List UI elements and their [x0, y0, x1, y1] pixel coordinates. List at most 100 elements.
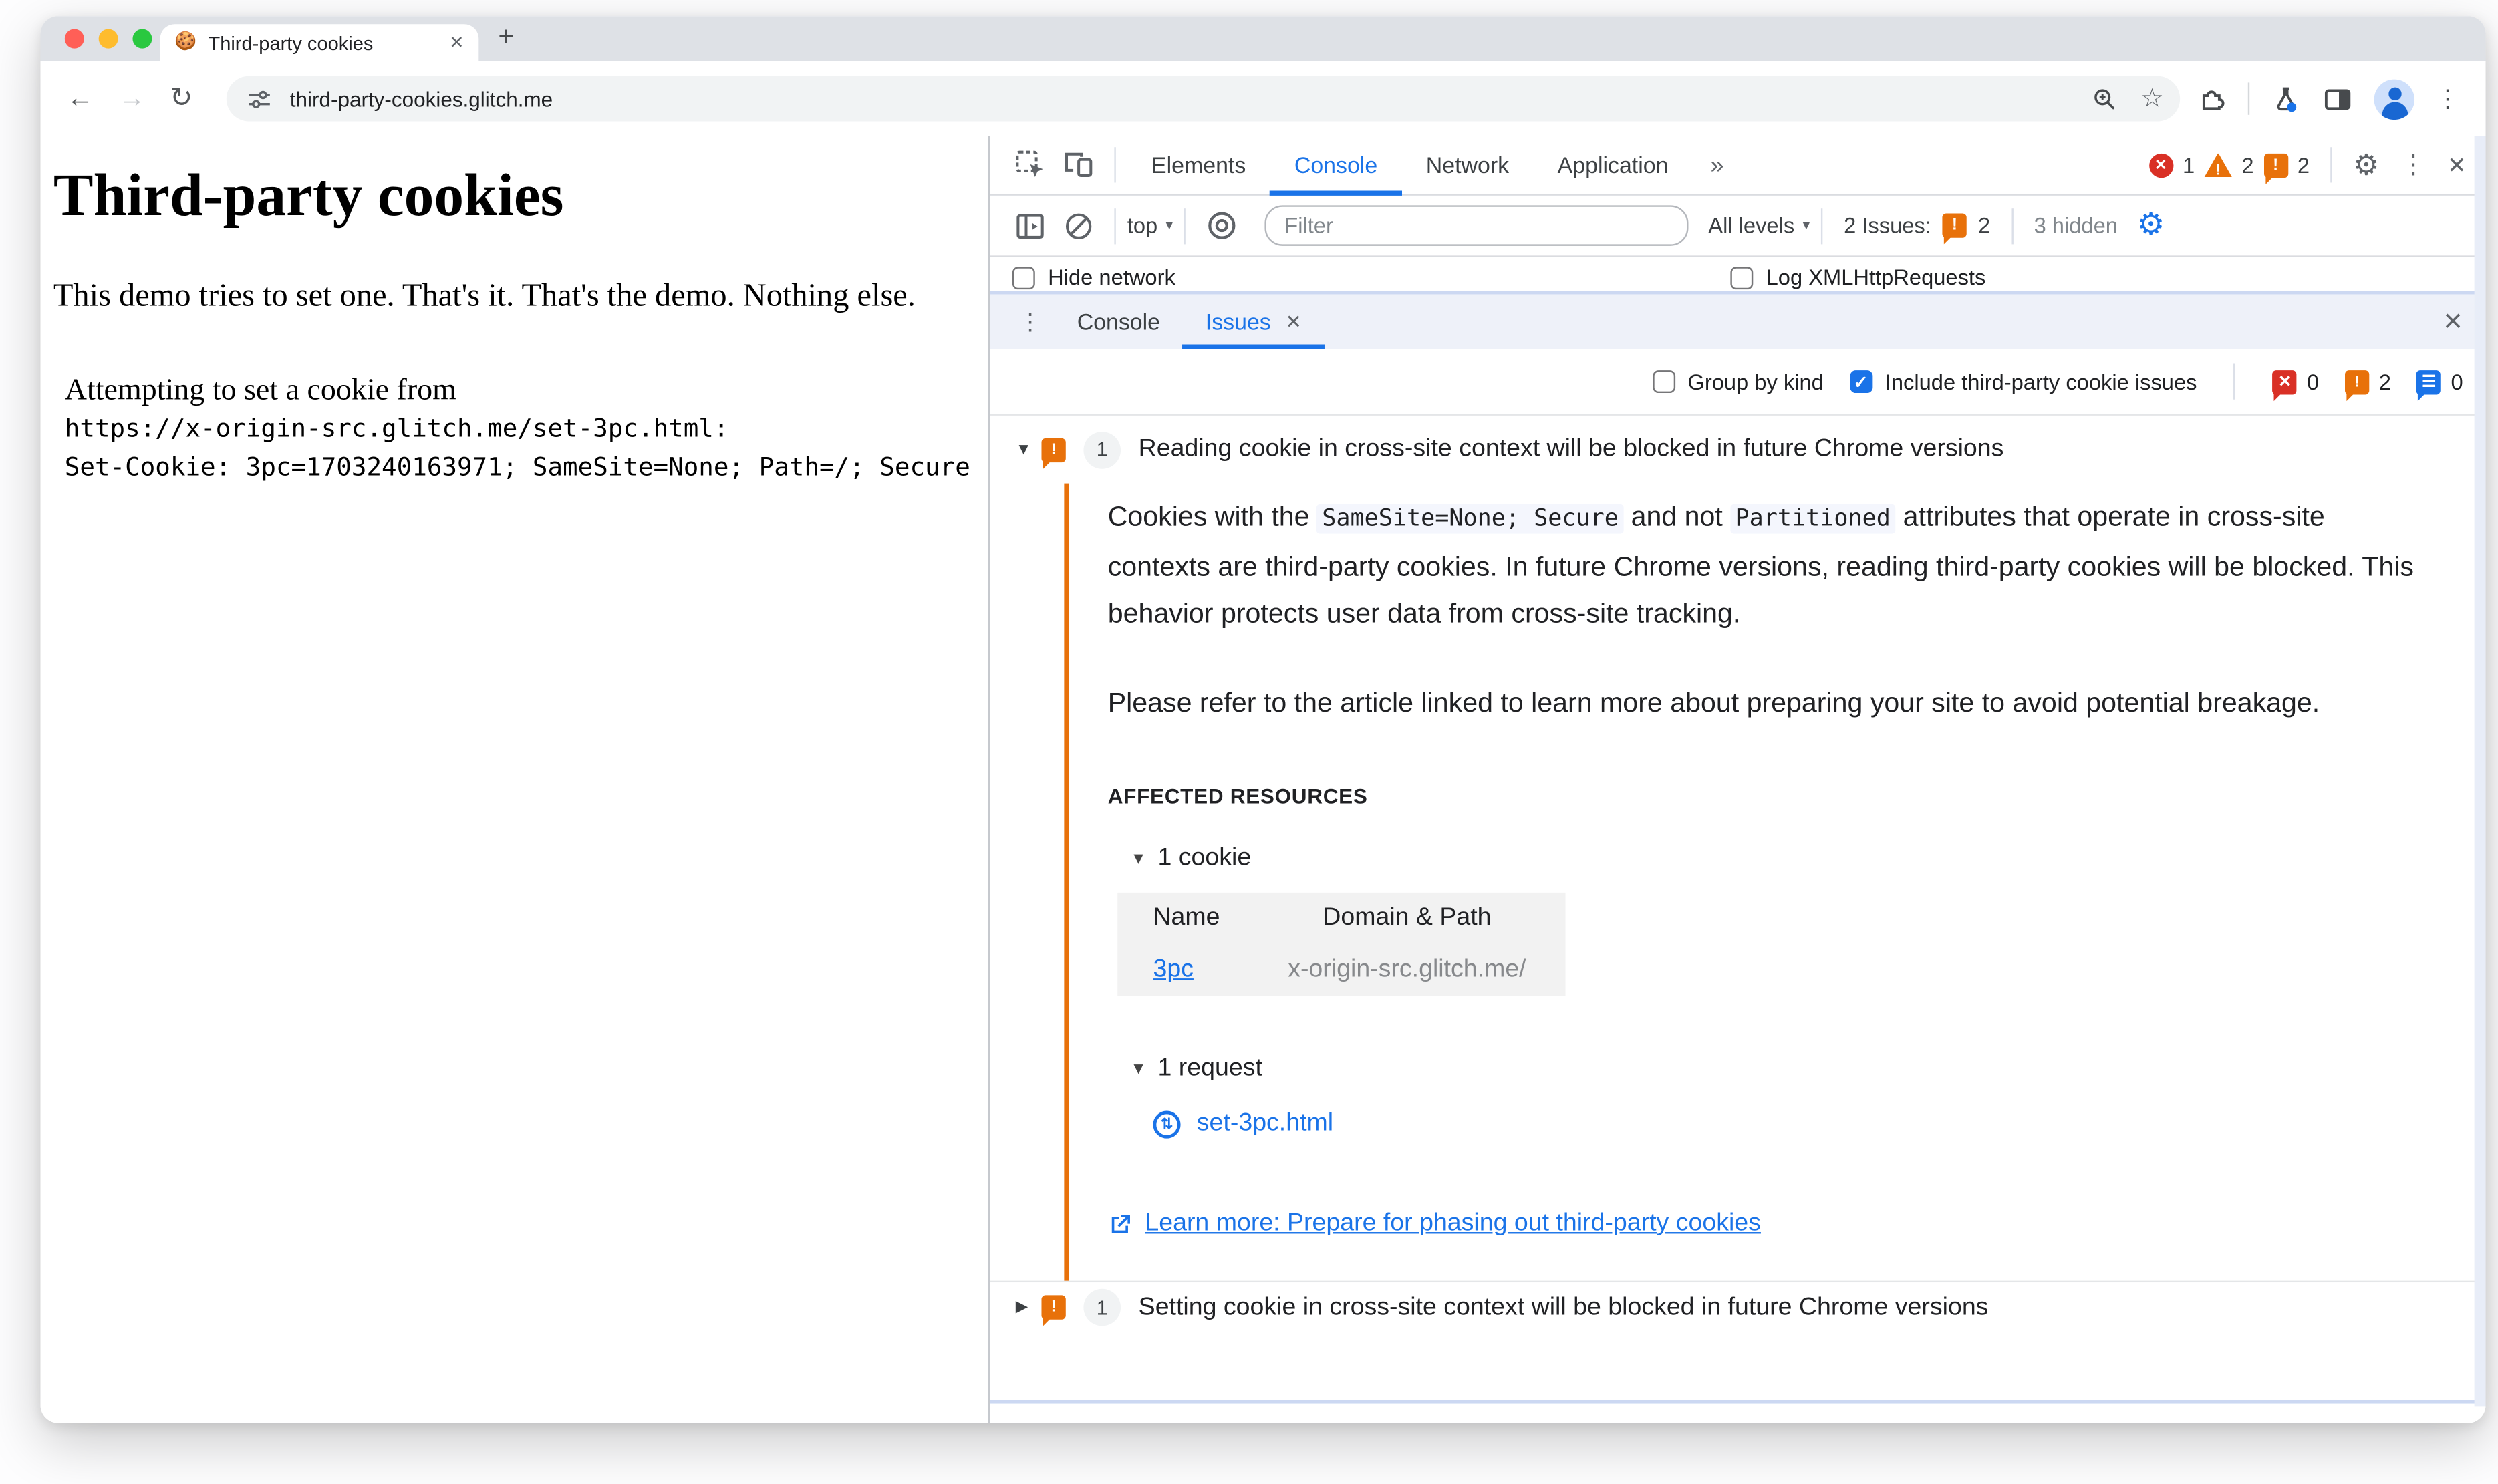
new-tab-button[interactable]: +: [498, 21, 514, 53]
issue-title: Setting cookie in cross-site context wil…: [1138, 1292, 1989, 1320]
hide-network-checkbox[interactable]: Hide network: [1012, 265, 1175, 289]
profile-avatar[interactable]: [2374, 78, 2415, 119]
request-group-toggle[interactable]: ▼ 1 request: [1131, 1054, 2421, 1084]
devtools-menu-icon[interactable]: ⋮: [2396, 147, 2431, 182]
separator: [1821, 207, 1823, 244]
tab-network[interactable]: Network: [1401, 135, 1533, 195]
issue-description: Cookies with the SameSite=None; Secure a…: [1107, 501, 2414, 629]
console-sidebar-icon[interactable]: [1012, 208, 1048, 243]
more-tabs-icon[interactable]: »: [1693, 151, 1742, 178]
table-row: 3pc x-origin-src.glitch.me/: [1117, 944, 1564, 996]
checkbox-icon[interactable]: [1652, 370, 1675, 394]
expand-triangle-icon[interactable]: ▶: [1016, 1298, 1042, 1316]
issue-header[interactable]: ▼ ! 1 Reading cookie in cross-site conte…: [990, 416, 2486, 484]
desktop: 🍪 Third-party cookies ✕ + ← → ↻ third-pa…: [0, 0, 2498, 1484]
warning-bubble-icon: !: [2344, 369, 2370, 400]
console-toolbar: top ▾ All levels ▾ 2 Issu: [990, 196, 2486, 257]
page-errors-badge: ✕ 0: [2273, 369, 2319, 400]
drawer-tab-bar: ⋮ Console Issues ✕ ✕: [990, 291, 2486, 349]
drawer-menu-icon[interactable]: ⋮: [1012, 304, 1048, 339]
cookie-name-link[interactable]: 3pc: [1153, 955, 1194, 983]
cookie-group-toggle[interactable]: ▼ 1 cookie: [1131, 844, 2421, 873]
console-filter-input[interactable]: [1265, 205, 1689, 246]
close-issues-tab-icon[interactable]: ✕: [1286, 311, 1302, 333]
group-by-kind-checkbox[interactable]: Group by kind: [1652, 369, 1824, 394]
traffic-light-close[interactable]: [64, 29, 84, 49]
collapse-triangle-icon[interactable]: ▼: [1131, 1060, 1147, 1078]
warning-badge-icon[interactable]: !: [2204, 152, 2232, 177]
console-settings-row: Hide network Log XMLHttpRequests: [990, 257, 2486, 291]
tab-close-icon[interactable]: ✕: [449, 32, 464, 53]
tab-console[interactable]: Console: [1270, 135, 1402, 195]
improvements-badge: ☰ 0: [2416, 369, 2463, 400]
traffic-light-zoom[interactable]: [132, 29, 152, 49]
tab-elements[interactable]: Elements: [1127, 135, 1270, 195]
tab-title: Third-party cookies: [208, 31, 374, 55]
log-levels-selector[interactable]: All levels ▾: [1708, 213, 1810, 237]
network-request-icon: ⇅: [1153, 1110, 1181, 1138]
browser-menu-icon[interactable]: ⋮: [2436, 84, 2460, 113]
console-settings-icon-active[interactable]: ⚙: [2137, 210, 2165, 241]
collapse-triangle-icon[interactable]: ▼: [1131, 850, 1147, 868]
learn-more-link[interactable]: Learn more: Prepare for phasing out thir…: [1145, 1209, 1761, 1239]
include-third-party-checkbox[interactable]: ✓ Include third-party cookie issues: [1849, 369, 2197, 394]
issue-item-expanded: ▼ ! 1 Reading cookie in cross-site conte…: [990, 416, 2486, 1283]
issues-badge-icon[interactable]: !: [2263, 152, 2288, 184]
context-selector[interactable]: top ▾: [1127, 213, 1173, 237]
chevron-down-icon: ▾: [1165, 216, 1173, 233]
issue-title: Reading cookie in cross-site context wil…: [1138, 434, 2004, 463]
checkbox-icon[interactable]: [1730, 266, 1754, 289]
browser-tab[interactable]: 🍪 Third-party cookies ✕: [160, 24, 479, 61]
issue-description-2: Please refer to the article linked to le…: [1107, 687, 2320, 718]
experiments-flask-icon[interactable]: [2271, 84, 2302, 114]
page-title: Third-party cookies: [53, 163, 564, 230]
extensions-icon[interactable]: [2196, 84, 2227, 114]
issues-list: ▼ ! 1 Reading cookie in cross-site conte…: [990, 415, 2486, 1404]
checkbox-icon[interactable]: [1012, 266, 1035, 289]
info-bubble-icon: ☰: [2416, 369, 2441, 400]
url-text[interactable]: third-party-cookies.glitch.me: [290, 86, 2090, 110]
live-expression-eye-icon[interactable]: [1204, 208, 1239, 243]
devtools-settings-icon[interactable]: ⚙: [2353, 150, 2379, 180]
drawer-close-icon[interactable]: ✕: [2443, 307, 2463, 336]
inspect-element-icon[interactable]: [1012, 147, 1048, 182]
omnibox[interactable]: third-party-cookies.glitch.me ☆: [227, 76, 2181, 122]
cookie-table: Name Domain & Path 3pc x-origin-src.glit…: [1117, 892, 1565, 996]
back-button[interactable]: ←: [66, 82, 94, 114]
request-file-link[interactable]: set-3pc.html: [1197, 1109, 1333, 1139]
zoom-level-icon[interactable]: [2090, 85, 2118, 112]
window-content: Third-party cookies This demo tries to s…: [40, 136, 2486, 1423]
learn-more-row: Learn more: Prepare for phasing out thir…: [1108, 1209, 2421, 1239]
separator: [2330, 147, 2332, 183]
page-intro-text: This demo tries to set one. That's it. T…: [53, 278, 916, 314]
drawer-tab-issues[interactable]: Issues ✕: [1183, 294, 1325, 349]
traffic-light-minimize[interactable]: [98, 29, 118, 49]
separator: [1114, 147, 1116, 183]
error-badge-icon[interactable]: ✕: [2148, 152, 2173, 177]
forward-button[interactable]: →: [118, 82, 146, 114]
hidden-messages-label[interactable]: 3 hidden: [2034, 213, 2118, 237]
column-header-domain: Domain & Path: [1323, 903, 1492, 931]
clear-console-icon[interactable]: [1061, 208, 1097, 243]
tab-application[interactable]: Application: [1533, 135, 1692, 195]
drawer-tab-console[interactable]: Console: [1055, 294, 1183, 349]
log-xhr-checkbox[interactable]: Log XMLHttpRequests: [1730, 265, 1985, 289]
code-partitioned: Partitioned: [1730, 504, 1896, 534]
collapse-triangle-icon[interactable]: ▼: [1016, 440, 1042, 458]
issues-counter-button[interactable]: 2 Issues: ! 2: [1844, 213, 1990, 245]
reload-button[interactable]: ↻: [170, 82, 192, 114]
devtools-tab-bar: Elements Console Network Application » ✕…: [990, 136, 2486, 196]
cookie-domain-value: x-origin-src.glitch.me/: [1288, 955, 1526, 984]
device-toolbar-icon[interactable]: [1061, 147, 1097, 182]
browser-window: 🍪 Third-party cookies ✕ + ← → ↻ third-pa…: [40, 16, 2486, 1423]
devtools-status-badges: ✕ 1 ! 2 ! 2 ⚙ ⋮ ✕: [2148, 147, 2485, 184]
checkbox-checked-icon[interactable]: ✓: [1849, 370, 1872, 394]
issue-warning-icon: !: [1041, 1295, 1066, 1326]
issue-header[interactable]: ▶ ! 1 Setting cookie in cross-site conte…: [990, 1282, 2486, 1332]
separator: [1114, 207, 1116, 244]
devtools-close-icon[interactable]: ✕: [2447, 151, 2466, 178]
affected-resources-heading: AFFECTED RESOURCES: [1107, 784, 1368, 808]
bookmark-star-icon[interactable]: ☆: [2140, 82, 2164, 114]
side-panel-icon[interactable]: [2322, 84, 2353, 114]
site-settings-icon[interactable]: [246, 85, 273, 112]
